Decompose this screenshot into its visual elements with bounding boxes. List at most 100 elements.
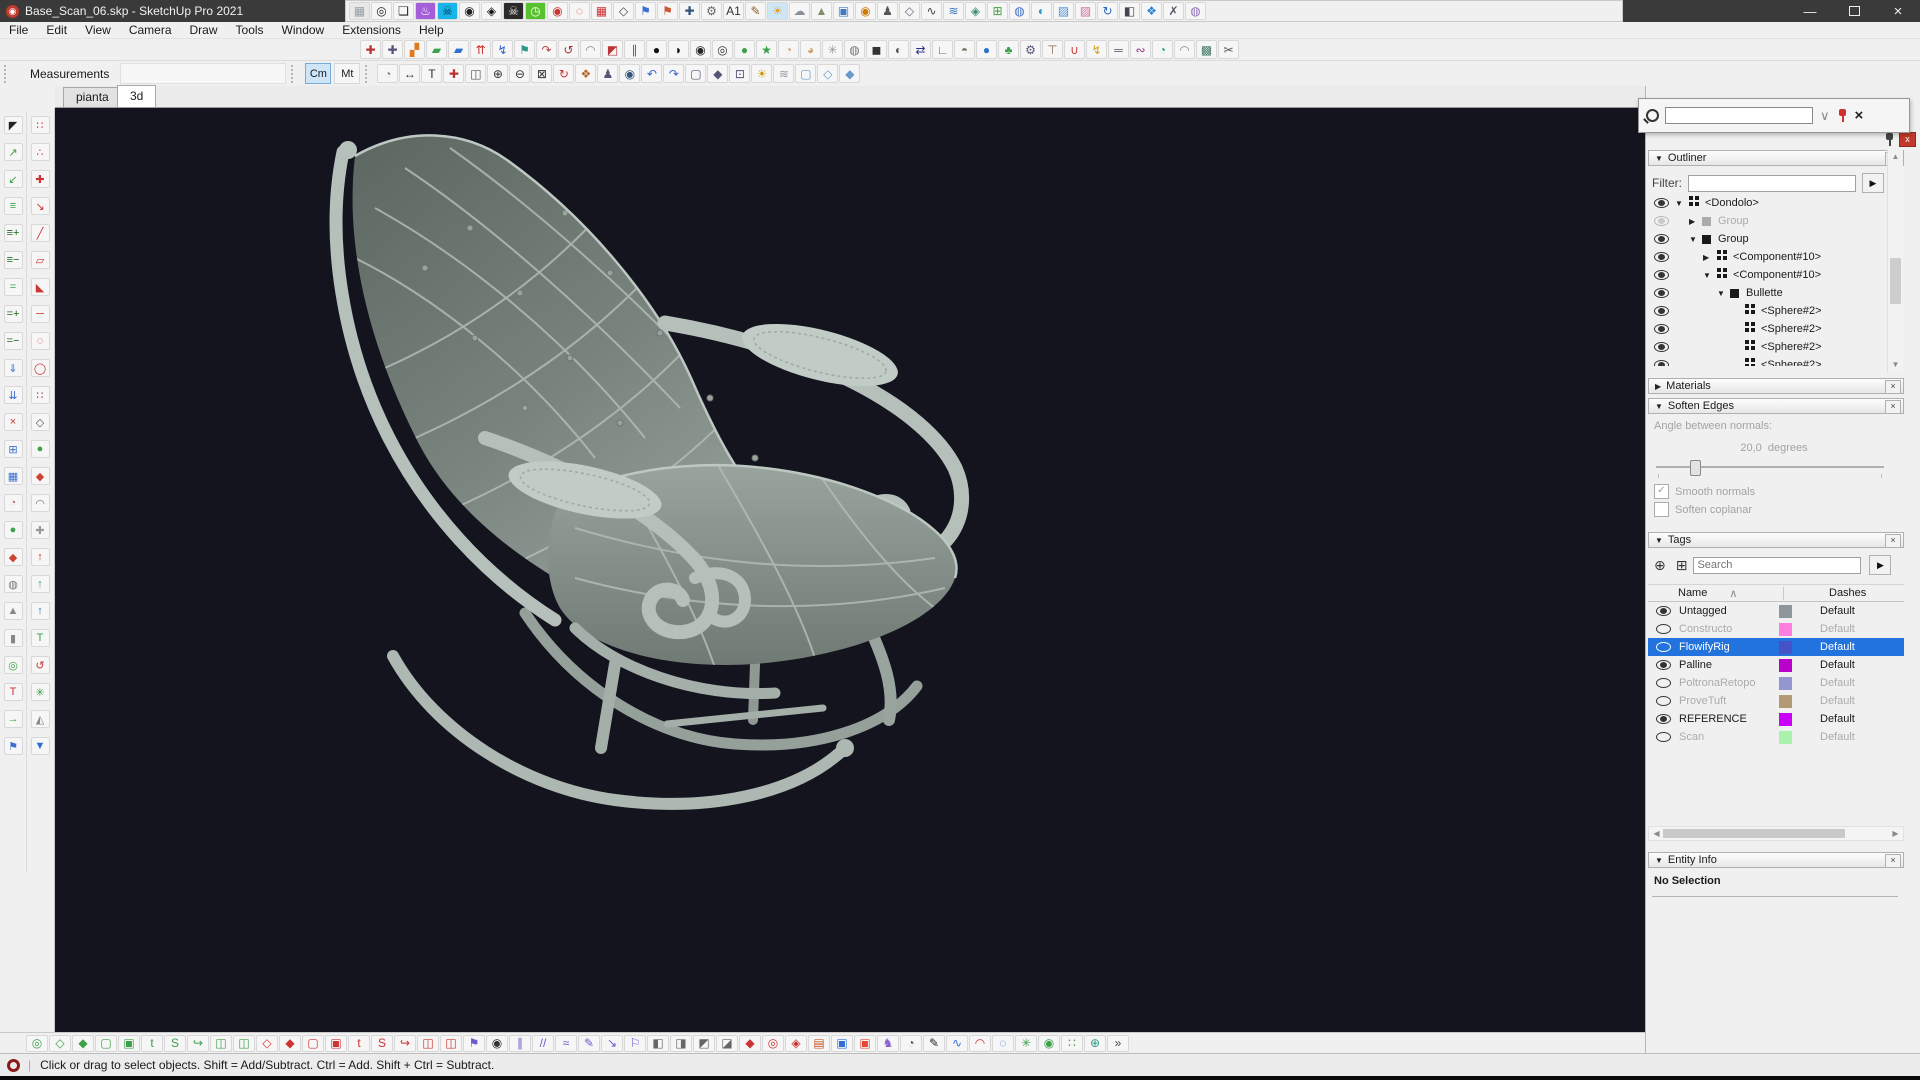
panel-blue-icon[interactable]: ▣ <box>831 1035 853 1052</box>
add-tag-icon[interactable]: ⊕ <box>1654 557 1666 574</box>
s-green-icon[interactable]: S <box>164 1035 186 1052</box>
tag-dashes[interactable]: Default <box>1820 641 1855 653</box>
tag-dashes[interactable]: Default <box>1820 677 1855 689</box>
lasso-icon[interactable]: ◌ <box>992 1035 1014 1052</box>
dome-icon[interactable]: ◠ <box>1174 40 1195 59</box>
rotate-icon[interactable]: ↻ <box>1097 2 1118 20</box>
select-corner-icon[interactable]: ◤ <box>4 116 23 134</box>
expander-icon[interactable]: ▶ <box>1703 253 1716 262</box>
slider-thumb[interactable] <box>1690 460 1701 476</box>
close-icon[interactable]: × <box>1876 0 1920 22</box>
sheet-green-icon[interactable]: ▰ <box>426 40 447 59</box>
knot-icon[interactable]: ✳ <box>31 683 50 701</box>
diamond-red3-icon[interactable]: ◆ <box>739 1035 761 1052</box>
panel-close-icon[interactable]: × <box>1885 400 1901 414</box>
orbit-icon[interactable]: ↻ <box>553 64 574 83</box>
wireframe-icon[interactable]: ◇ <box>817 64 838 83</box>
visibility-eye-icon[interactable] <box>1654 252 1669 262</box>
tag-dashes[interactable]: Default <box>1820 659 1855 671</box>
tag-visibility-eye-icon[interactable] <box>1656 678 1671 688</box>
chevron-overflow-icon[interactable]: » <box>1107 1035 1129 1052</box>
axes-tool-icon[interactable]: ✚ <box>443 64 464 83</box>
vertices-icon[interactable]: ∷ <box>31 116 50 134</box>
proto-icon[interactable]: ◓ <box>954 40 975 59</box>
skull-dark-icon[interactable]: ☠ <box>503 2 524 20</box>
twist-icon[interactable]: ∾ <box>1130 40 1151 59</box>
yarn-icon[interactable]: ● <box>734 40 755 59</box>
shapes-icon[interactable]: ◍ <box>1009 2 1030 20</box>
dome-wire-icon[interactable]: ◠ <box>31 494 50 512</box>
wrench-icon[interactable]: ⚙ <box>701 2 722 20</box>
model-rocking-chair[interactable] <box>55 108 1645 1032</box>
walk-icon[interactable]: ♟ <box>597 64 618 83</box>
delete-lines-icon[interactable]: × <box>4 413 23 431</box>
shadows-icon[interactable]: ☀ <box>751 64 772 83</box>
flag-blue-icon[interactable]: ⚑ <box>635 2 656 20</box>
scrollbar-thumb[interactable] <box>1890 258 1901 304</box>
tags-panel-header[interactable]: ▼ Tags × <box>1648 532 1904 548</box>
lens-icon[interactable]: ◐ <box>888 40 909 59</box>
outliner-row[interactable]: ▼ Bullette <box>1648 284 1886 302</box>
rainbow-square-icon[interactable]: ▣ <box>854 1035 876 1052</box>
front-view-icon[interactable]: ▢ <box>685 64 706 83</box>
arrow-se-icon[interactable]: ↘ <box>601 1035 623 1052</box>
pull-icon[interactable]: ↷ <box>536 40 557 59</box>
comb-icon[interactable]: ∥ <box>624 40 645 59</box>
tag-color-swatch[interactable] <box>1779 605 1792 618</box>
axes-icon[interactable]: ✚ <box>360 40 381 59</box>
axis-arrow-red-icon[interactable]: ↑ <box>31 548 50 566</box>
polygon-icon[interactable]: ◇ <box>613 2 634 20</box>
add-tag-folder-icon[interactable]: ⊞ <box>1676 557 1688 574</box>
diamond-green-icon[interactable]: ◆ <box>72 1035 94 1052</box>
visibility-eye-icon[interactable] <box>1654 306 1669 316</box>
arrow-up-red-icon[interactable]: ⇈ <box>470 40 491 59</box>
pin-icon[interactable] <box>1837 108 1847 123</box>
cube-green-icon[interactable]: ▢ <box>95 1035 117 1052</box>
drape-pink-icon[interactable]: ▨ <box>1075 2 1096 20</box>
scroll-up-icon[interactable]: ▲ <box>1888 150 1903 164</box>
grid-dots-icon[interactable]: ▦ <box>349 2 370 20</box>
pyramid-icon[interactable]: ▼ <box>31 737 50 755</box>
expander-icon[interactable]: ▼ <box>1689 235 1702 244</box>
axis-arrow-blue-icon[interactable]: ↑ <box>31 602 50 620</box>
tag-color-swatch[interactable] <box>1779 677 1792 690</box>
cloud-icon[interactable]: ☁ <box>789 2 810 20</box>
text-tool-icon[interactable]: T <box>421 64 442 83</box>
column-dashes[interactable]: Dashes <box>1784 587 1866 599</box>
cube-shade-b-icon[interactable]: ◨ <box>670 1035 692 1052</box>
cube-wire-icon[interactable]: ◇ <box>31 413 50 431</box>
flags-icon[interactable]: ⚑ <box>657 2 678 20</box>
fullscreen-icon[interactable]: ❏ <box>393 2 414 20</box>
axis-arrow-green-icon[interactable]: ↑ <box>31 575 50 593</box>
visibility-eye-icon[interactable] <box>1654 288 1669 298</box>
sheet-blue-icon[interactable]: ▰ <box>448 40 469 59</box>
pin-path-icon[interactable]: ✚ <box>679 2 700 20</box>
knots-green-icon[interactable]: ✳ <box>1015 1035 1037 1052</box>
quad-icon[interactable]: ▱ <box>31 251 50 269</box>
angle-icon[interactable]: ∟ <box>932 40 953 59</box>
sphere-blue-icon[interactable]: ● <box>976 40 997 59</box>
search-input[interactable] <box>1665 107 1813 124</box>
dimension-icon[interactable]: ↔ <box>399 64 420 83</box>
brick-icon[interactable]: ▤ <box>808 1035 830 1052</box>
tag-color-swatch[interactable] <box>1779 695 1792 708</box>
book2-green-icon[interactable]: ◫ <box>233 1035 255 1052</box>
pan-icon[interactable]: ❖ <box>575 64 596 83</box>
t-red-icon[interactable]: T <box>4 683 23 701</box>
chevron-down-icon[interactable]: ∨ <box>1820 108 1830 124</box>
tri-icon[interactable]: ◣ <box>31 278 50 296</box>
iso-view-icon[interactable]: ◆ <box>707 64 728 83</box>
red-eye-icon[interactable]: ◉ <box>547 2 568 20</box>
menu-item[interactable]: Camera <box>120 22 181 38</box>
outliner-details-arrow-icon[interactable]: ▶ <box>1862 173 1884 193</box>
pencil-icon[interactable]: ✎ <box>745 2 766 20</box>
tags-search-input[interactable] <box>1693 557 1861 574</box>
skull-cyan-icon[interactable]: ☠ <box>437 2 458 20</box>
curl-icon[interactable]: ↺ <box>558 40 579 59</box>
bolt-icon[interactable]: ↯ <box>1086 40 1107 59</box>
visibility-eye-icon[interactable] <box>1654 216 1669 226</box>
globe-icon[interactable]: ◐ <box>1031 2 1052 20</box>
sphere-green-icon[interactable]: ● <box>4 521 23 539</box>
bar-plus-icon[interactable]: =+ <box>4 305 23 323</box>
dots-grid-icon[interactable]: ∷ <box>31 386 50 404</box>
